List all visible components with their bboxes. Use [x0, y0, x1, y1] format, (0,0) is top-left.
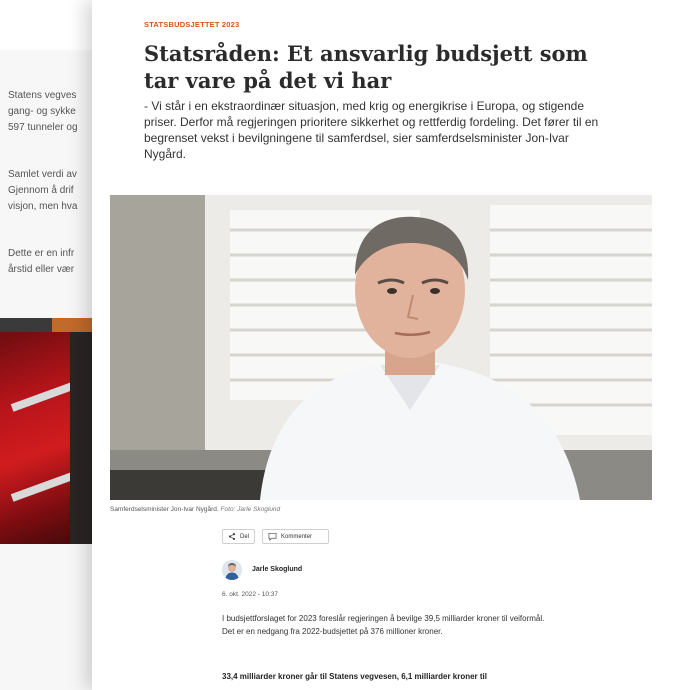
- publish-date: 6. okt. 2022 - 10:37: [222, 591, 279, 598]
- background-text-line: Samlet verdi av: [8, 169, 77, 180]
- article-lead: - Vi står i en ekstraordinær situasjon, …: [144, 99, 599, 161]
- share-icon: [228, 532, 236, 541]
- background-accent-bar: [52, 318, 96, 332]
- article-card: STATSBUDSJETTET 2023 Statsråden: Et ansv…: [92, 0, 674, 690]
- background-text-line: Dette er en infr: [8, 248, 75, 259]
- minister-portrait: [110, 195, 652, 500]
- article-paragraph-bold: 33,4 milliarder kroner går til Statens v…: [222, 672, 488, 681]
- background-text-line: årstid eller vær: [8, 264, 75, 275]
- share-button[interactable]: Del: [222, 529, 255, 544]
- background-text-line: visjon, men hva: [8, 201, 78, 212]
- author-name[interactable]: Jarle Skoglund: [252, 566, 302, 573]
- photo-caption: Samferdselsminister Jon-Ivar Nygård. Fot…: [110, 506, 280, 513]
- background-photo-band: [10, 380, 80, 412]
- article-paragraph: I budsjettforslaget for 2023 foreslår re…: [222, 614, 545, 636]
- photo-credit: Foto: Jarle Skoglund: [220, 506, 281, 513]
- article-photo: [110, 195, 652, 500]
- photo-caption-text: Samferdselsminister Jon-Ivar Nygård.: [110, 506, 219, 513]
- comment-icon: [268, 532, 277, 541]
- background-photo-band: [10, 470, 80, 502]
- author-avatar-icon: [222, 560, 242, 580]
- comment-button-label: Kommenter: [281, 533, 313, 540]
- article-title: Statsråden: Et ansvarlig budsjett som ta…: [144, 41, 588, 93]
- background-photo: [0, 332, 96, 544]
- background-text-line: Gjennom å drif: [8, 185, 74, 196]
- article-kicker[interactable]: STATSBUDSJETTET 2023: [144, 20, 239, 29]
- author-avatar[interactable]: [222, 560, 242, 580]
- comment-button[interactable]: Kommenter: [262, 529, 329, 544]
- background-text-line: 597 tunneler og: [8, 122, 78, 133]
- background-text-line: Statens vegves: [8, 90, 77, 101]
- background-text-line: gang- og sykke: [8, 106, 76, 117]
- share-button-label: Del: [239, 533, 249, 540]
